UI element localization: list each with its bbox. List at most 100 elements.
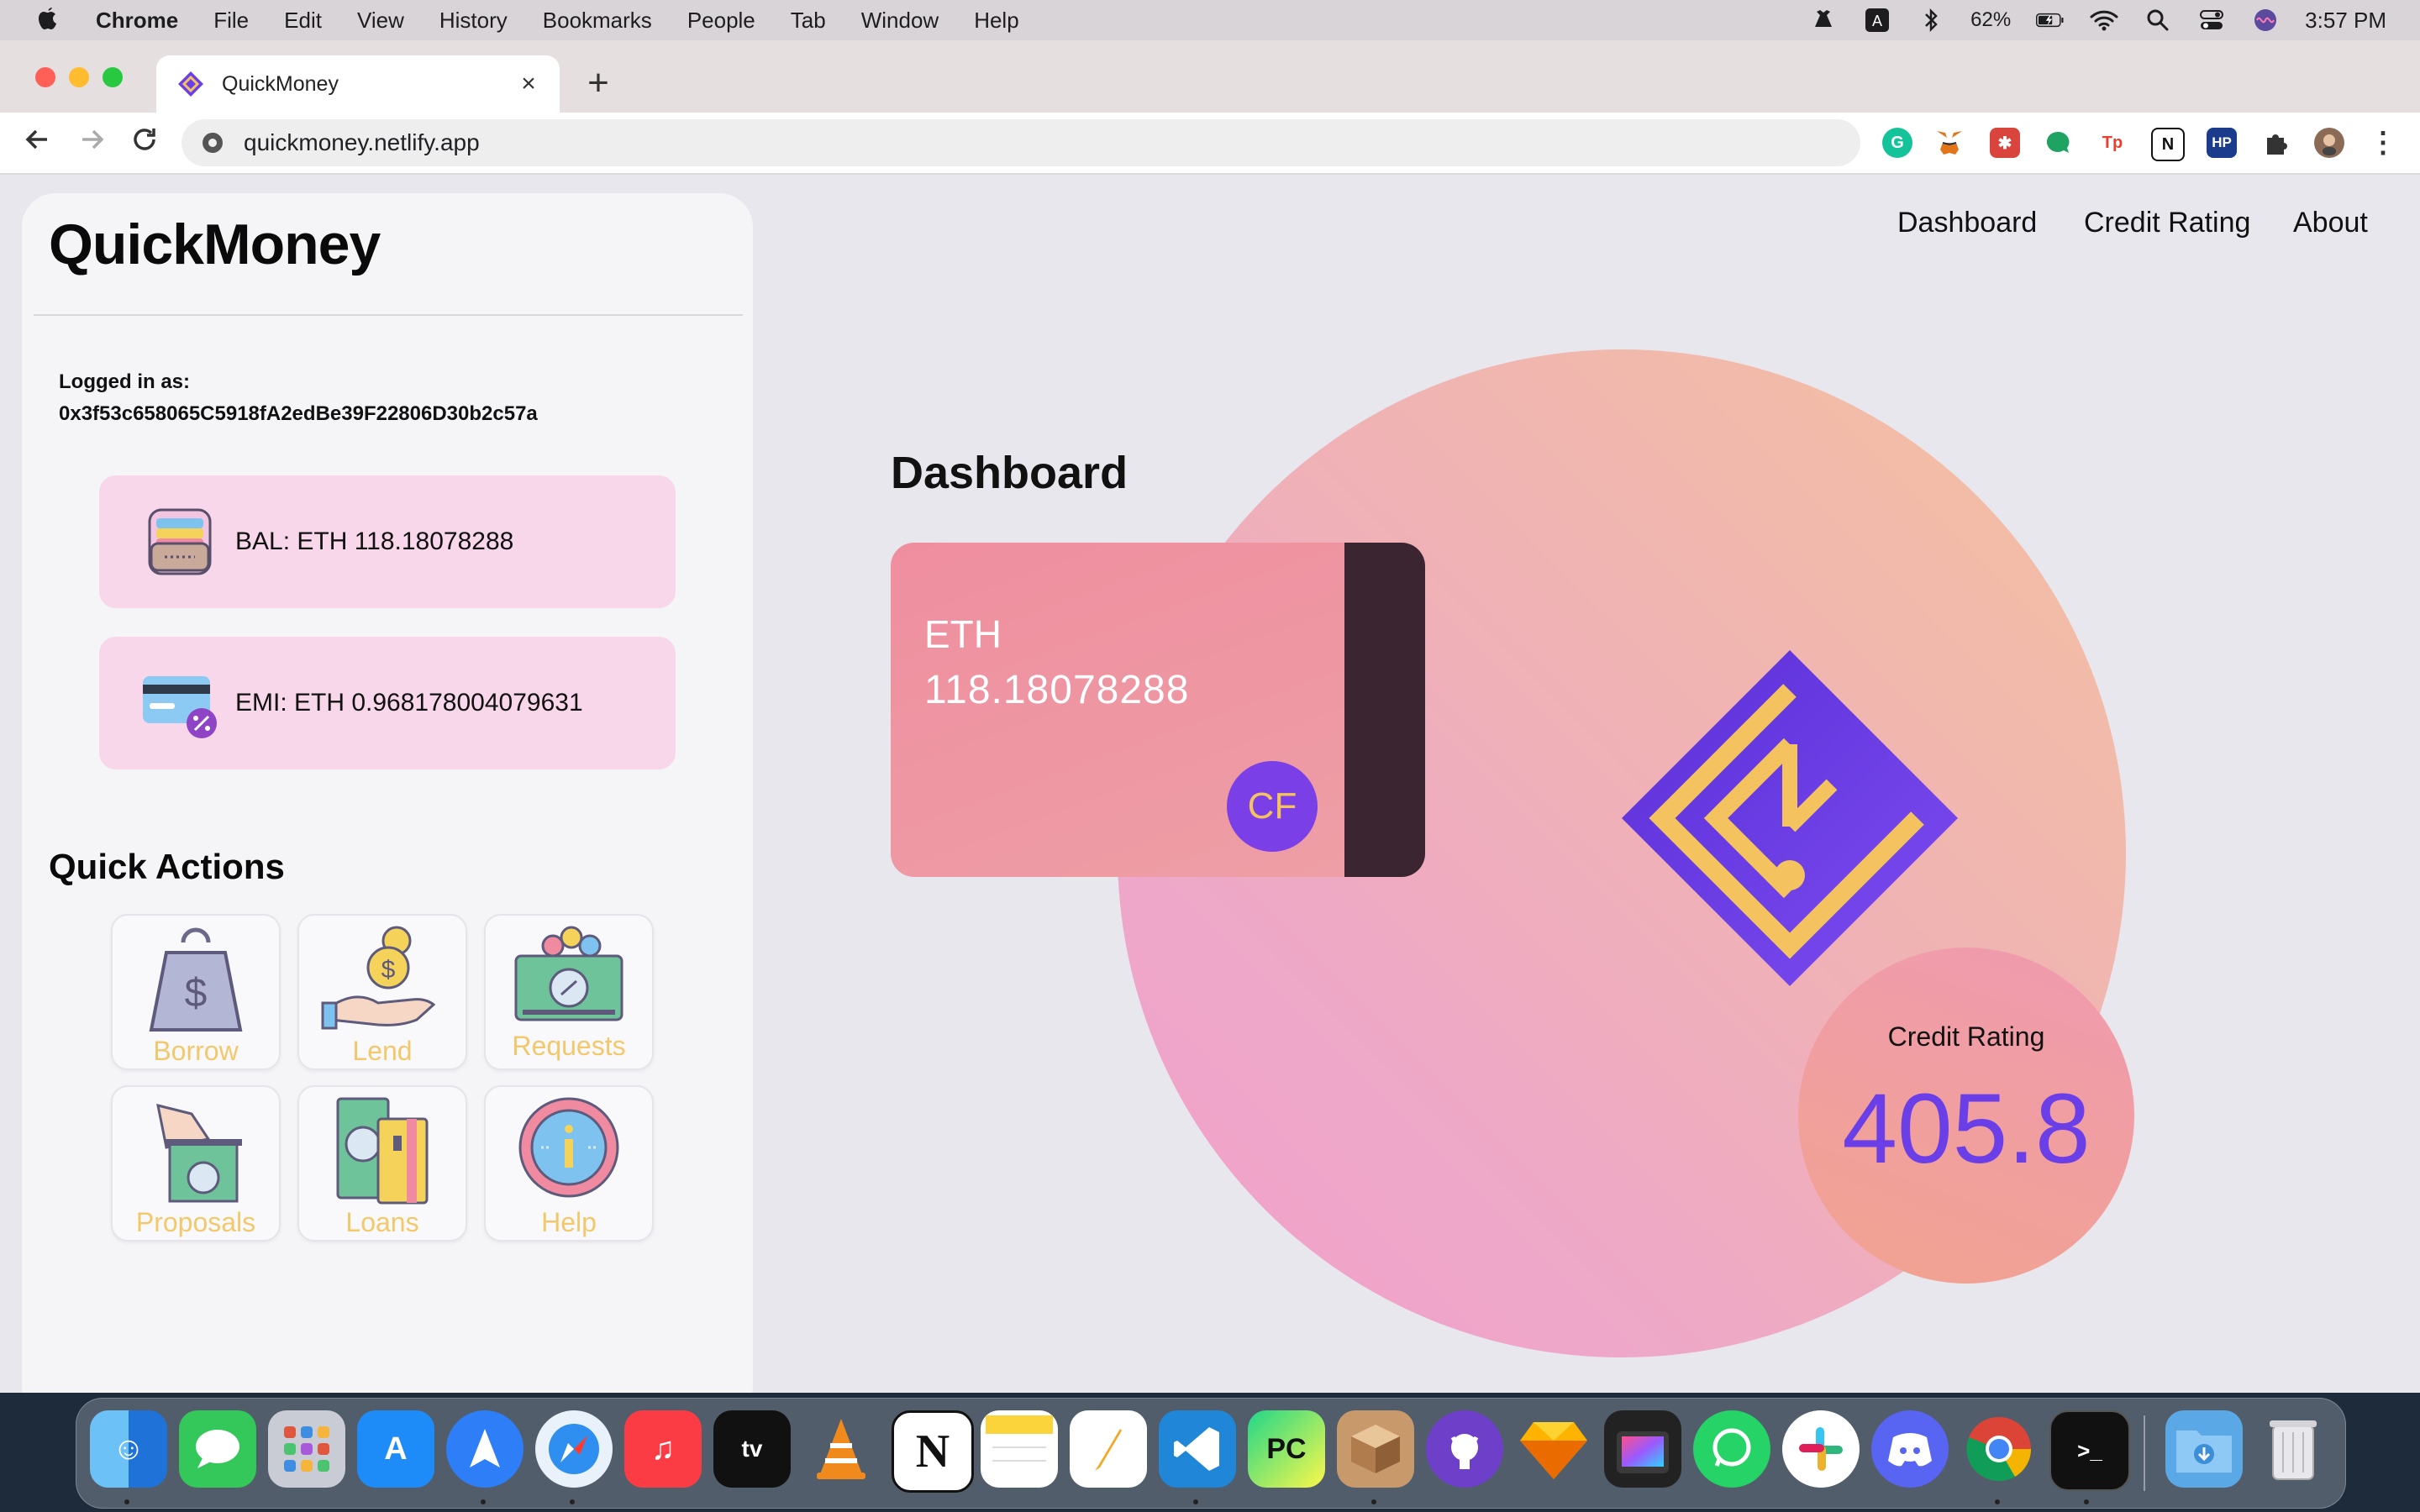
apple-logo-icon[interactable] bbox=[34, 6, 62, 34]
browser-window: QuickMoney × + quickmoney.netlify.app G … bbox=[0, 40, 2420, 1393]
finder-icon[interactable]: ☺ bbox=[90, 1410, 167, 1488]
safari-icon[interactable] bbox=[535, 1410, 613, 1488]
vscode-icon[interactable] bbox=[1159, 1410, 1236, 1488]
balance-card: BAL: ETH 118.18078288 bbox=[99, 475, 676, 608]
github-desktop-icon[interactable] bbox=[1426, 1410, 1503, 1488]
tp-extension-icon[interactable]: Tp bbox=[2097, 128, 2128, 158]
tab-title: QuickMoney bbox=[222, 71, 339, 96]
menu-bookmarks[interactable]: Bookmarks bbox=[543, 8, 652, 34]
wallet-icon bbox=[139, 501, 220, 582]
box-app-icon[interactable] bbox=[1337, 1410, 1414, 1488]
terminal-running-indicator bbox=[2084, 1499, 2089, 1504]
tab-quickmoney[interactable]: QuickMoney × bbox=[156, 55, 560, 113]
sidebar-divider bbox=[34, 314, 743, 316]
profile-avatar-icon[interactable] bbox=[2314, 128, 2344, 158]
close-window-button[interactable] bbox=[35, 67, 55, 87]
discord-icon[interactable] bbox=[1871, 1410, 1949, 1488]
svg-text:$: $ bbox=[185, 971, 208, 1016]
input-source-icon[interactable]: A bbox=[1863, 8, 1891, 33]
wifi-icon[interactable] bbox=[2090, 8, 2118, 33]
site-info-icon[interactable] bbox=[200, 130, 225, 155]
svg-text:A: A bbox=[1872, 13, 1882, 29]
borrow-label: Borrow bbox=[153, 1036, 239, 1066]
menu-view[interactable]: View bbox=[357, 8, 404, 34]
proposals-action-button[interactable]: Proposals bbox=[111, 1085, 281, 1242]
final-cut-pro-icon[interactable] bbox=[1604, 1410, 1681, 1488]
notion-extension-icon[interactable]: N bbox=[2151, 128, 2185, 161]
whatsapp-icon[interactable] bbox=[1693, 1410, 1770, 1488]
metamask-extension-icon[interactable] bbox=[1934, 128, 1965, 158]
reload-button[interactable] bbox=[126, 124, 163, 161]
svg-text:$: $ bbox=[381, 956, 396, 984]
menu-window[interactable]: Window bbox=[861, 8, 939, 34]
borrow-action-button[interactable]: $ Borrow bbox=[111, 914, 281, 1070]
downloads-folder-icon[interactable] bbox=[2165, 1410, 2243, 1488]
requests-label: Requests bbox=[512, 1031, 626, 1061]
close-tab-icon[interactable]: × bbox=[516, 70, 541, 98]
clock[interactable]: 3:57 PM bbox=[2305, 8, 2386, 34]
bluetooth-icon[interactable] bbox=[1917, 8, 1945, 33]
terminal-icon[interactable]: >_ bbox=[2049, 1410, 2130, 1491]
minimize-window-button[interactable] bbox=[69, 67, 89, 87]
menu-tab[interactable]: Tab bbox=[791, 8, 826, 34]
dock-separator bbox=[2144, 1415, 2145, 1491]
puzzle-extension-icon[interactable]: ✱ bbox=[1990, 128, 2020, 158]
info-circle-icon bbox=[518, 1097, 619, 1198]
nav-credit-rating[interactable]: Credit Rating bbox=[2084, 207, 2250, 239]
launchpad-icon[interactable] bbox=[268, 1410, 345, 1488]
url-text[interactable]: quickmoney.netlify.app bbox=[244, 129, 480, 156]
menu-people[interactable]: People bbox=[687, 8, 755, 34]
nav-dashboard[interactable]: Dashboard bbox=[1897, 207, 2037, 239]
trash-icon[interactable] bbox=[2254, 1410, 2332, 1488]
tab-strip: QuickMoney × + bbox=[0, 40, 2420, 113]
cash-stack-icon bbox=[514, 926, 623, 1021]
menu-edit[interactable]: Edit bbox=[284, 8, 322, 34]
menu-app-name[interactable]: Chrome bbox=[96, 8, 178, 34]
grammarly-extension-icon[interactable]: G bbox=[1882, 128, 1912, 158]
extensions-puzzle-icon[interactable] bbox=[2260, 128, 2291, 158]
notion-icon[interactable]: N bbox=[892, 1410, 974, 1493]
lend-action-button[interactable]: $ Lend bbox=[297, 914, 467, 1070]
quickmoney-logo-icon bbox=[1622, 650, 1958, 986]
wallet-address: 0x3f53c658065C5918fA2edBe39F22806D30b2c5… bbox=[59, 402, 538, 425]
hp-extension-icon[interactable]: HP bbox=[2207, 128, 2237, 158]
chat-extension-icon[interactable] bbox=[2044, 128, 2074, 158]
chrome-icon[interactable] bbox=[1960, 1410, 2038, 1488]
new-tab-button[interactable]: + bbox=[580, 62, 617, 104]
slack-icon[interactable] bbox=[1782, 1410, 1860, 1488]
address-bar[interactable]: quickmoney.netlify.app bbox=[182, 119, 1860, 166]
messages-icon[interactable] bbox=[179, 1410, 256, 1488]
spotlight-search-icon[interactable] bbox=[2144, 8, 2172, 33]
vlc-icon[interactable] bbox=[802, 1410, 880, 1488]
menu-file[interactable]: File bbox=[213, 8, 249, 34]
chrome-menu-icon[interactable]: ⋮ bbox=[2368, 127, 2398, 159]
balance-text: BAL: ETH 118.18078288 bbox=[235, 528, 514, 555]
back-button[interactable] bbox=[18, 124, 55, 161]
zoom-window-button[interactable] bbox=[103, 67, 123, 87]
apple-tv-icon[interactable]: tv bbox=[713, 1410, 791, 1488]
control-center-icon[interactable] bbox=[2197, 8, 2226, 33]
menu-history[interactable]: History bbox=[439, 8, 508, 34]
forward-button[interactable] bbox=[74, 124, 111, 161]
help-action-button[interactable]: Help bbox=[484, 1085, 654, 1242]
logged-in-label: Logged in as: bbox=[59, 370, 190, 393]
chrome-running-indicator bbox=[1995, 1499, 2000, 1504]
pycharm-icon[interactable]: PC bbox=[1248, 1410, 1325, 1488]
siri-icon[interactable] bbox=[2251, 8, 2280, 33]
card-amount: 118.18078288 bbox=[924, 668, 1190, 712]
loans-action-button[interactable]: Loans bbox=[297, 1085, 467, 1242]
pages-icon[interactable] bbox=[1070, 1410, 1147, 1488]
brand-logo-text[interactable]: QuickMoney bbox=[49, 212, 381, 277]
sketch-icon[interactable] bbox=[1515, 1410, 1592, 1488]
moneybag-status-icon[interactable] bbox=[1809, 8, 1838, 33]
credit-card-percent-icon bbox=[139, 663, 220, 743]
nav-about[interactable]: About bbox=[2293, 207, 2368, 239]
battery-icon[interactable] bbox=[2036, 8, 2065, 33]
music-icon[interactable]: ♫ bbox=[624, 1410, 702, 1488]
menu-help[interactable]: Help bbox=[974, 8, 1018, 34]
requests-action-button[interactable]: Requests bbox=[484, 914, 654, 1070]
notes-icon[interactable] bbox=[981, 1410, 1058, 1488]
app-store-icon[interactable]: A bbox=[357, 1410, 434, 1488]
spark-mail-icon[interactable] bbox=[446, 1410, 523, 1488]
vscode-running-indicator bbox=[1193, 1499, 1198, 1504]
